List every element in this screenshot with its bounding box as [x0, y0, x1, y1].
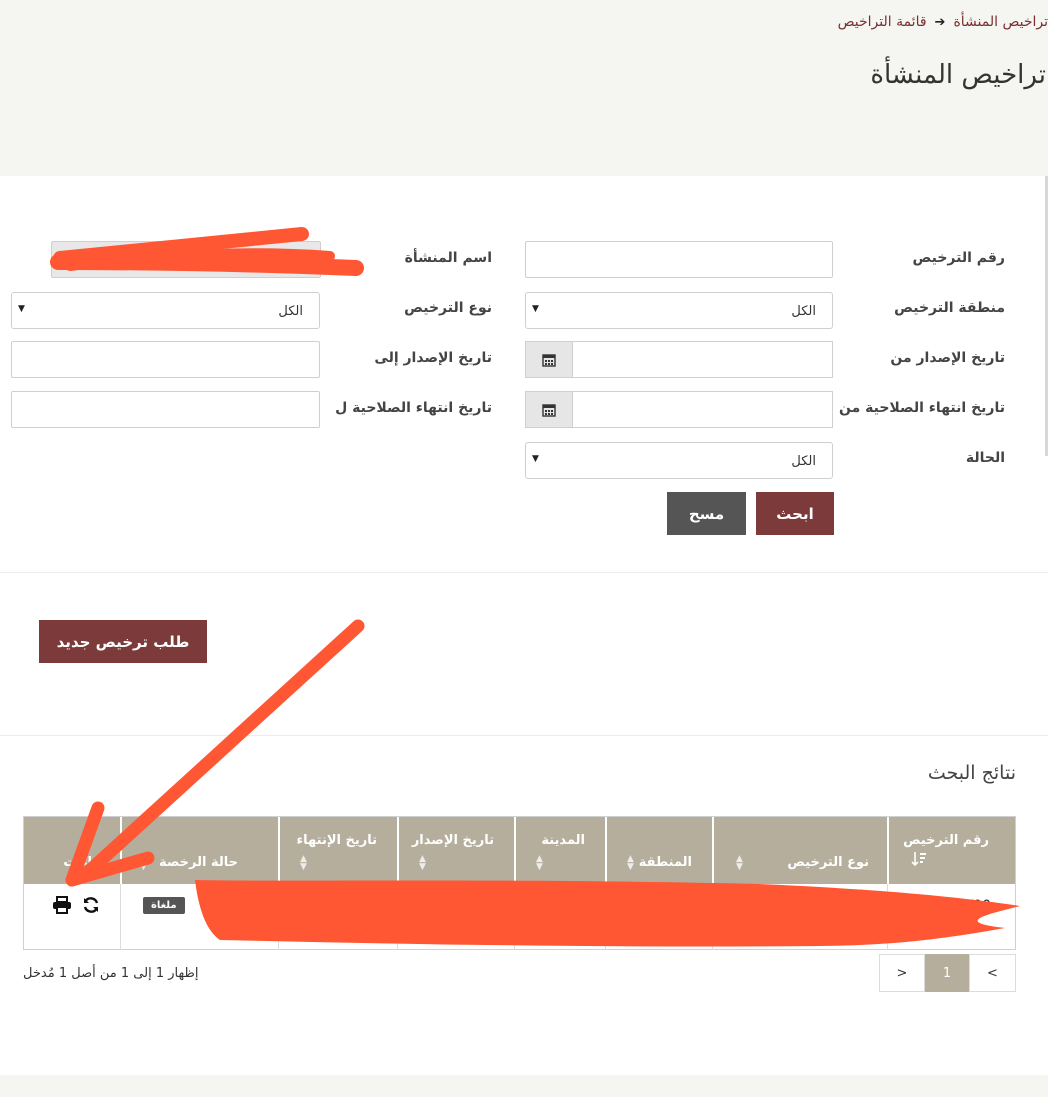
- results-table: رقم الترخيص نوع الترخيص ▲ ▼ المنطقة ▲ ▼ ال…: [23, 816, 1016, 950]
- status-label: الحالة: [965, 450, 1005, 466]
- pagination-last-button[interactable]: <: [879, 954, 925, 992]
- license-number-input[interactable]: [525, 241, 833, 278]
- column-label: تاريخ الإنتهاء: [296, 833, 377, 848]
- column-header-city[interactable]: المدينة ▲ ▼: [514, 817, 605, 884]
- caret-down-icon: ▼: [532, 454, 539, 464]
- pagination-page-1[interactable]: 1: [925, 954, 969, 992]
- sort-icon[interactable]: ▲ ▼: [300, 855, 307, 872]
- print-icon[interactable]: [52, 896, 72, 918]
- arrow-left-icon: ➔: [934, 14, 946, 30]
- issue-date-to-label: تاريخ الإصدار إلى: [374, 350, 492, 366]
- status-value: الكل: [791, 454, 816, 469]
- breadcrumb-parent[interactable]: قائمة التراخيص: [838, 14, 927, 30]
- license-type-value: الكل: [278, 304, 303, 319]
- divider: [0, 572, 1048, 573]
- status-select[interactable]: الكل ▼: [525, 442, 833, 479]
- expiry-date-from-field[interactable]: [525, 391, 833, 428]
- cell-actions: [24, 884, 120, 950]
- sort-icon[interactable]: ▲ ▼: [627, 855, 634, 872]
- license-type-label: نوع الترخيص: [404, 300, 492, 316]
- breadcrumb-current: تراخيص المنشأة: [953, 14, 1048, 30]
- issue-date-from-label: تاريخ الإصدار من: [890, 350, 1005, 366]
- column-header-license-status[interactable]: حالة الرخصة ▲ ▼: [120, 817, 278, 884]
- column-header-license-type[interactable]: نوع الترخيص ▲ ▼: [712, 817, 887, 884]
- divider: [0, 735, 1048, 736]
- clear-button[interactable]: مسح: [667, 492, 746, 535]
- cell-issue-date: [397, 884, 514, 950]
- page-title: تراخيص المنشأة: [870, 60, 1046, 90]
- expiry-date-to-input[interactable]: [11, 391, 320, 428]
- cell-license-status: ملغاة: [120, 884, 278, 950]
- column-header-actions: اءات: [24, 817, 120, 884]
- sort-icon[interactable]: ▲ ▼: [536, 855, 543, 872]
- sort-icon[interactable]: ▲ ▼: [736, 855, 743, 872]
- column-header-region[interactable]: المنطقة ▲ ▼: [605, 817, 712, 884]
- issue-date-from-field[interactable]: [525, 341, 833, 378]
- column-label: رقم الترخيص: [903, 833, 989, 848]
- refresh-icon[interactable]: [82, 896, 100, 918]
- column-label: حالة الرخصة: [158, 855, 238, 870]
- facility-name-label: اسم المنشأة: [404, 250, 492, 266]
- new-license-button[interactable]: طلب ترخيص جديد: [39, 620, 207, 663]
- caret-down-icon: ▼: [532, 304, 539, 314]
- column-label: المدينة: [541, 833, 585, 848]
- caret-down-icon: ▼: [18, 304, 25, 314]
- issue-date-to-input[interactable]: [11, 341, 320, 378]
- results-title: نتائج البحث: [927, 762, 1016, 784]
- issue-date-from-input[interactable]: [572, 341, 833, 378]
- column-label: تاريخ الإصدار: [411, 833, 494, 848]
- cell-region: [605, 884, 712, 950]
- license-region-label: منطقة الترخيص: [894, 300, 1005, 316]
- license-number-value: 11/00: [950, 898, 991, 914]
- calendar-icon[interactable]: [525, 341, 573, 378]
- status-badge: ملغاة: [143, 897, 185, 914]
- breadcrumb: تراخيص المنشأة ➔ قائمة التراخيص: [838, 14, 1048, 30]
- column-label: المنطقة: [638, 855, 692, 870]
- expiry-date-to-label: تاريخ انتهاء الصلاحية ل: [335, 400, 492, 416]
- column-header-expiry-date[interactable]: تاريخ الإنتهاء ▲ ▼: [278, 817, 397, 884]
- cell-license-number: 11/00: [887, 884, 1015, 950]
- license-region-select[interactable]: الكل ▼: [525, 292, 833, 329]
- column-header-license-number[interactable]: رقم الترخيص: [887, 817, 1015, 884]
- license-type-select[interactable]: الكل ▼: [11, 292, 320, 329]
- license-number-label: رقم الترخيص: [912, 250, 1005, 266]
- expiry-date-from-label: تاريخ انتهاء الصلاحية من: [838, 400, 1005, 416]
- sort-desc-icon[interactable]: [911, 851, 927, 871]
- cell-license-type: نقل البضائع: [712, 884, 887, 950]
- sort-icon[interactable]: ▲ ▼: [419, 855, 426, 872]
- column-header-issue-date[interactable]: تاريخ الإصدار ▲ ▼: [397, 817, 514, 884]
- footer-band: [0, 1075, 1048, 1097]
- calendar-icon[interactable]: [525, 391, 573, 428]
- column-label: نوع الترخيص: [787, 855, 869, 870]
- cell-expiry-date: [278, 884, 397, 950]
- search-button[interactable]: ابحث: [756, 492, 834, 535]
- pagination-first-button[interactable]: >: [969, 954, 1016, 992]
- license-type-value: نقل البضائع: [810, 898, 877, 914]
- sort-icon[interactable]: ▲ ▼: [140, 855, 147, 872]
- facility-name-input: [51, 241, 321, 278]
- pagination-info: إظهار 1 إلى 1 من أصل 1 مُدخل: [23, 966, 199, 981]
- license-region-value: الكل: [791, 304, 816, 319]
- expiry-date-from-input[interactable]: [572, 391, 833, 428]
- cell-city: [514, 884, 605, 950]
- column-label: اءات: [63, 855, 92, 870]
